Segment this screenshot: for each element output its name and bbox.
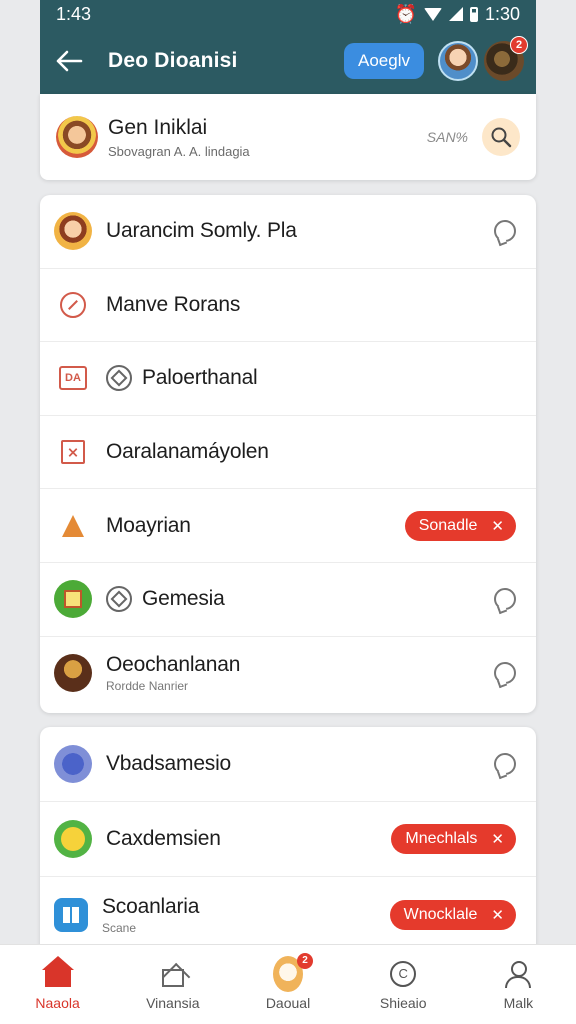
game-avatar-icon bbox=[54, 654, 92, 693]
list-item[interactable]: Scoanlaria Scane Wnocklale ✕ bbox=[40, 877, 536, 947]
notification-badge: 2 bbox=[510, 36, 528, 54]
windows-app-icon bbox=[54, 897, 88, 932]
pill-label: Sonadle bbox=[418, 516, 478, 534]
status-icons: ⏰ 1:30 bbox=[395, 4, 520, 25]
pill-label: Wnocklale bbox=[403, 905, 478, 923]
person-icon bbox=[503, 959, 533, 989]
chat-icon[interactable] bbox=[494, 220, 516, 243]
status-time-left: 1:43 bbox=[56, 3, 92, 24]
home-outline-icon bbox=[158, 959, 188, 989]
nav-label: Malk bbox=[503, 994, 534, 1011]
nav-label: Daoual bbox=[265, 994, 311, 1011]
pill-label: Mnechlals bbox=[405, 830, 478, 847]
avatar-icon bbox=[54, 745, 92, 783]
list-item-title: Uarancim Somly. Pla bbox=[106, 219, 297, 243]
nav-label: Vinansia bbox=[146, 994, 200, 1011]
signal-icon bbox=[448, 7, 463, 21]
avatar-with-notification[interactable]: 2 bbox=[484, 36, 528, 81]
list-item-title: Caxdemsien bbox=[106, 827, 221, 850]
list-item-subtitle: Scane bbox=[102, 920, 137, 935]
triangle-icon bbox=[54, 507, 92, 545]
avatar-icon bbox=[54, 212, 92, 251]
header-action-button[interactable]: Aoeglv bbox=[344, 43, 424, 79]
nav-label: Shieaio bbox=[379, 994, 427, 1011]
bottom-navigation: Naaola Vinansia 2 Daoual C Shieaio Malk bbox=[0, 944, 576, 1024]
list-item-title: Paloerthanal bbox=[142, 366, 258, 390]
close-icon[interactable]: ✕ bbox=[491, 517, 504, 535]
status-pill-button[interactable]: Sonadle ✕ bbox=[404, 510, 516, 541]
close-icon[interactable]: ✕ bbox=[491, 830, 504, 848]
list-item-title: Vbadsamesio bbox=[106, 752, 232, 775]
status-pill-button[interactable]: Wnocklale ✕ bbox=[389, 899, 516, 930]
search-icon bbox=[491, 127, 512, 148]
list-item[interactable]: Gemesia bbox=[40, 563, 536, 637]
status-bar: 1:43 ⏰ 1:30 bbox=[40, 0, 536, 28]
profile-name: Gen Iniklai bbox=[108, 115, 208, 139]
arrow-left-icon bbox=[56, 50, 83, 72]
profile-card[interactable]: Gen Iniklai Sbovagran A. A. lindagia SAN… bbox=[40, 94, 536, 180]
profile-avatar bbox=[56, 116, 98, 158]
avatar[interactable] bbox=[438, 41, 478, 81]
house-badge-icon bbox=[54, 580, 92, 619]
profile-subtitle: Sbovagran A. A. lindagia bbox=[108, 143, 250, 159]
nav-item-center[interactable]: 2 Daoual bbox=[230, 945, 345, 1024]
list-item-title: Oaralanamáyolen bbox=[106, 440, 269, 464]
nav-item-second[interactable]: Vinansia bbox=[115, 945, 230, 1024]
back-button[interactable] bbox=[52, 44, 86, 78]
list-item-subtitle: Rordde Nanrier bbox=[106, 679, 189, 694]
diamond-circle-icon bbox=[106, 586, 132, 613]
smiley-icon bbox=[54, 820, 92, 858]
battery-icon bbox=[469, 6, 478, 22]
status-pill-button[interactable]: Mnechlals ✕ bbox=[391, 824, 516, 854]
list-item[interactable]: Uarancim Somly. Pla bbox=[40, 195, 536, 269]
list-item[interactable]: Vbadsamesio bbox=[40, 727, 536, 802]
page-title: Deo Dioanisi bbox=[108, 49, 238, 72]
home-icon bbox=[41, 955, 74, 989]
list-item-title: Gemesia bbox=[142, 587, 225, 611]
list-item-title: Oeochanlanan bbox=[106, 653, 241, 677]
chat-icon[interactable] bbox=[494, 753, 516, 775]
close-icon[interactable]: ✕ bbox=[491, 906, 504, 924]
diamond-circle-icon bbox=[106, 365, 132, 392]
list-item-title: Manve Rorans bbox=[106, 292, 241, 316]
nav-label: Naaola bbox=[35, 994, 80, 1011]
chat-icon[interactable] bbox=[494, 662, 516, 685]
nav-item-fourth[interactable]: C Shieaio bbox=[346, 945, 461, 1024]
nav-item-profile[interactable]: Malk bbox=[461, 945, 576, 1024]
blocked-circle-icon bbox=[60, 291, 86, 318]
list-card: Uarancim Somly. Pla Manve Rorans DA Palo… bbox=[40, 195, 536, 713]
search-button[interactable] bbox=[482, 118, 520, 156]
square-x-icon: ⨯ bbox=[61, 440, 85, 465]
list-item[interactable]: Oeochanlanan Rordde Nanrier bbox=[40, 637, 536, 711]
c-circle-icon: C bbox=[388, 959, 418, 989]
list-item[interactable]: Caxdemsien Mnechlals ✕ bbox=[40, 802, 536, 877]
app-bar: Deo Dioanisi Aoeglv 2 bbox=[40, 28, 536, 94]
profile-meta: SAN% bbox=[426, 129, 468, 145]
list-item[interactable]: Manve Rorans bbox=[40, 269, 536, 343]
square-label-icon: DA bbox=[59, 366, 87, 391]
nav-badge: 2 bbox=[297, 952, 313, 969]
list-item-title: Scoanlaria bbox=[102, 894, 200, 918]
profile-center-icon: 2 bbox=[273, 952, 313, 992]
list-item[interactable]: Moayrian Sonadle ✕ bbox=[40, 489, 536, 563]
list-item[interactable]: DA Paloerthanal bbox=[40, 342, 536, 416]
wifi-icon bbox=[423, 7, 442, 21]
list-item[interactable]: ⨯ Oaralanamáyolen bbox=[40, 416, 536, 490]
alarm-icon: ⏰ bbox=[394, 3, 417, 24]
list-card: Vbadsamesio Caxdemsien Mnechlals ✕ Scoan… bbox=[40, 727, 536, 947]
list-item-title: Moayrian bbox=[106, 513, 191, 537]
status-time-right: 1:30 bbox=[484, 3, 520, 24]
chat-icon[interactable] bbox=[494, 588, 516, 611]
nav-item-home[interactable]: Naaola bbox=[0, 945, 115, 1024]
